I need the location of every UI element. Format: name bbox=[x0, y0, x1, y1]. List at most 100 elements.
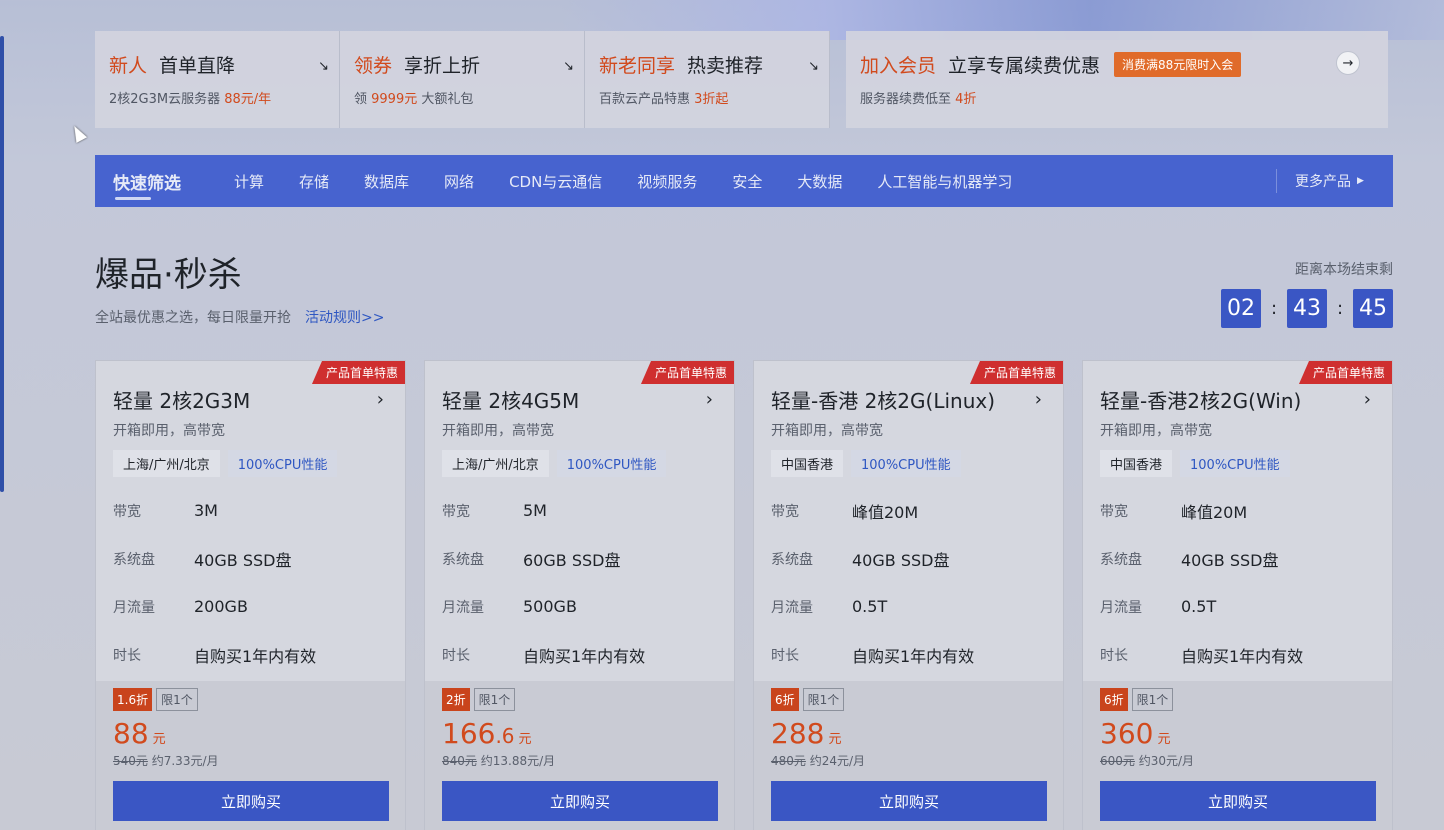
spec-value: 40GB SSD盘 bbox=[194, 550, 292, 570]
product-card: 产品首单特惠 轻量-香港2核2G(Win) › 开箱即用，高带宽 中国香港 100%… bbox=[1082, 360, 1393, 830]
original-price: 600元 约30元/月 bbox=[1100, 754, 1195, 768]
spec-key: 带宽 bbox=[113, 503, 141, 520]
chevron-right-icon: › bbox=[705, 389, 713, 410]
nav-item-bigdata[interactable]: 大数据 bbox=[797, 171, 842, 192]
nav-item-database[interactable]: 数据库 bbox=[364, 171, 409, 192]
spec-value: 3M bbox=[194, 501, 218, 520]
spec-key: 带宽 bbox=[1100, 503, 1128, 520]
buy-now-button[interactable]: 立即购买 bbox=[771, 781, 1047, 821]
spec-row: 时长 自购买1年内有效 bbox=[1100, 640, 1375, 669]
promo-subtitle: 服务器续费低至 4折 bbox=[860, 92, 977, 107]
buy-now-button[interactable]: 立即购买 bbox=[113, 781, 389, 821]
nav-item-storage[interactable]: 存储 bbox=[299, 171, 329, 192]
first-order-ribbon: 产品首单特惠 bbox=[969, 361, 1063, 384]
limit-badge: 限1个 bbox=[802, 688, 845, 711]
product-name: 轻量-香港 2核2G(Linux) bbox=[771, 389, 996, 413]
promo-subtitle: 2核2G3M云服务器 88元/年 bbox=[109, 92, 272, 107]
nav-item-ai[interactable]: 人工智能与机器学习 bbox=[877, 171, 1012, 192]
spec-row: 带宽 3M bbox=[113, 496, 388, 525]
spec-row: 月流量 500GB bbox=[442, 592, 717, 621]
countdown-seconds: 45 bbox=[1353, 289, 1393, 328]
left-scroll-rail[interactable] bbox=[0, 36, 4, 492]
caret-right-icon: ▶ bbox=[1357, 176, 1364, 186]
countdown-separator: : bbox=[1270, 298, 1278, 319]
cpu-tag: 100%CPU性能 bbox=[556, 450, 667, 477]
cpu-tag: 100%CPU性能 bbox=[227, 450, 338, 477]
promo-subtitle: 领 9999元 大额礼包 bbox=[354, 92, 474, 107]
promo-title: 首单直降 bbox=[159, 55, 236, 77]
spec-value: 峰值20M bbox=[1181, 502, 1248, 522]
discount-badge: 2折 bbox=[442, 688, 470, 711]
promo-highlight: 新人 bbox=[109, 55, 148, 77]
spec-row: 系统盘 40GB SSD盘 bbox=[771, 544, 1046, 573]
product-name: 轻量-香港2核2G(Win) bbox=[1100, 389, 1302, 413]
spec-value: 自购买1年内有效 bbox=[523, 646, 646, 666]
spec-key: 月流量 bbox=[771, 599, 813, 616]
buy-now-button[interactable]: 立即购买 bbox=[1100, 781, 1376, 821]
promo-card-coupon[interactable]: 领券 享折上折 领 9999元 大额礼包 ↘ bbox=[340, 31, 585, 128]
spec-row: 时长 自购买1年内有效 bbox=[442, 640, 717, 669]
promo-highlight: 新老同享 bbox=[599, 55, 676, 77]
spec-row: 带宽 峰值20M bbox=[1100, 496, 1375, 525]
spec-row: 时长 自购买1年内有效 bbox=[771, 640, 1046, 669]
promo-highlight: 加入会员 bbox=[860, 55, 937, 77]
product-name-link[interactable]: 轻量 2核4G5M › bbox=[442, 385, 717, 414]
promo-title: 享折上折 bbox=[404, 55, 481, 77]
product-name: 轻量 2核2G3M bbox=[113, 389, 251, 413]
product-name-link[interactable]: 轻量-香港 2核2G(Linux) › bbox=[771, 385, 1046, 414]
nav-item-cdn[interactable]: CDN与云通信 bbox=[509, 171, 602, 192]
spec-row: 时长 自购买1年内有效 bbox=[113, 640, 388, 669]
spec-key: 时长 bbox=[113, 647, 141, 664]
nav-item-compute[interactable]: 计算 bbox=[234, 171, 264, 192]
original-price: 540元 约7.33元/月 bbox=[113, 754, 219, 768]
product-name-link[interactable]: 轻量 2核2G3M › bbox=[113, 385, 388, 414]
original-price: 840元 约13.88元/月 bbox=[442, 754, 556, 768]
more-products-label: 更多产品 bbox=[1295, 174, 1351, 190]
countdown-timer: 02 : 43 : 45 bbox=[1221, 289, 1393, 328]
spec-row: 系统盘 60GB SSD盘 bbox=[442, 544, 717, 573]
promo-strip: 新人 首单直降 2核2G3M云服务器 88元/年 ↘ 领券 享折上折 领 9999元… bbox=[95, 31, 1388, 128]
price: 360 元 bbox=[1100, 717, 1171, 750]
product-name-link[interactable]: 轻量-香港2核2G(Win) › bbox=[1100, 385, 1375, 414]
countdown-label: 距离本场结束剩 bbox=[1295, 262, 1393, 278]
section-subtitle-text: 全站最优惠之选，每日限量开抢 bbox=[95, 310, 291, 326]
quick-filter-nav: 快速筛选 计算 存储 数据库 网络 CDN与云通信 视频服务 安全 大数据 人工… bbox=[95, 155, 1393, 207]
region-tag: 上海/广州/北京 bbox=[442, 450, 549, 477]
promo-card-membership[interactable]: 加入会员 立享专属续费优惠 消费满88元限时入会 服务器续费低至 4折 → bbox=[846, 31, 1388, 128]
arrow-right-icon[interactable]: → bbox=[1336, 51, 1360, 75]
activity-rules-link[interactable]: 活动规则>> bbox=[305, 310, 384, 326]
arrow-down-right-icon: ↘ bbox=[318, 59, 329, 74]
spec-key: 时长 bbox=[771, 647, 799, 664]
product-desc: 开箱即用，高带宽 bbox=[113, 423, 225, 439]
spec-key: 月流量 bbox=[113, 599, 155, 616]
section-subtitle: 全站最优惠之选，每日限量开抢 活动规则>> bbox=[95, 307, 384, 327]
buy-now-button[interactable]: 立即购买 bbox=[442, 781, 718, 821]
limit-badge: 限1个 bbox=[473, 688, 516, 711]
spec-key: 系统盘 bbox=[442, 551, 484, 568]
chevron-right-icon: › bbox=[1034, 389, 1042, 410]
section-title: 爆品·秒杀 bbox=[95, 255, 242, 295]
product-desc: 开箱即用，高带宽 bbox=[442, 423, 554, 439]
nav-item-security[interactable]: 安全 bbox=[732, 171, 762, 192]
product-card: 产品首单特惠 轻量-香港 2核2G(Linux) › 开箱即用，高带宽 中国香港 1… bbox=[753, 360, 1064, 830]
nav-item-network[interactable]: 网络 bbox=[444, 171, 474, 192]
more-products-button[interactable]: 更多产品 ▶ bbox=[1276, 169, 1393, 193]
spec-key: 带宽 bbox=[442, 503, 470, 520]
spec-value: 200GB bbox=[194, 597, 248, 616]
price: 88 元 bbox=[113, 717, 166, 750]
spec-value: 自购买1年内有效 bbox=[194, 646, 317, 666]
promo-card-new-user[interactable]: 新人 首单直降 2核2G3M云服务器 88元/年 ↘ bbox=[95, 31, 340, 128]
discount-badge: 6折 bbox=[1100, 688, 1128, 711]
promo-card-hot-sale[interactable]: 新老同享 热卖推荐 百款云产品特惠 3折起 ↘ bbox=[585, 31, 830, 128]
product-desc: 开箱即用，高带宽 bbox=[1100, 423, 1212, 439]
countdown-hours: 02 bbox=[1221, 289, 1261, 328]
spec-row: 带宽 5M bbox=[442, 496, 717, 525]
spec-row: 月流量 200GB bbox=[113, 592, 388, 621]
spec-value: 40GB SSD盘 bbox=[852, 550, 950, 570]
nav-item-video[interactable]: 视频服务 bbox=[637, 171, 697, 192]
spec-value: 60GB SSD盘 bbox=[523, 550, 621, 570]
spec-value: 峰值20M bbox=[852, 502, 919, 522]
arrow-down-right-icon: ↘ bbox=[808, 59, 819, 74]
spec-value: 自购买1年内有效 bbox=[852, 646, 975, 666]
promo-subtitle: 百款云产品特惠 3折起 bbox=[599, 92, 729, 107]
